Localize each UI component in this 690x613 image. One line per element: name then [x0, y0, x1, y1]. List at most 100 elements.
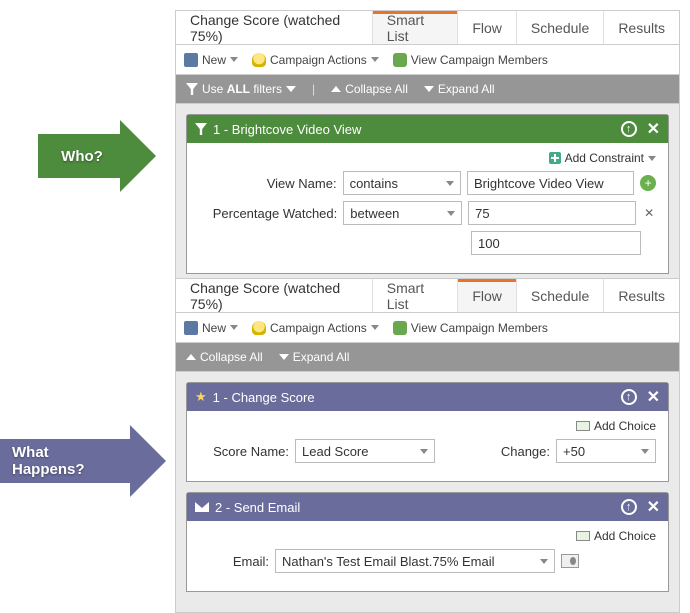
- flow-step-card: 2 - Send Email ↑ ✕ Add Choice Email: Nat…: [186, 492, 669, 592]
- filter-logic-menu[interactable]: Use ALL filters: [186, 82, 296, 96]
- score-name-select[interactable]: Lead Score: [295, 439, 435, 463]
- mail-icon: [195, 502, 209, 512]
- remove-constraint-button[interactable]: ✕: [642, 206, 656, 220]
- campaign-title: Change Score (watched 75%): [176, 11, 372, 44]
- filter-bar: Collapse All Expand All: [176, 343, 679, 371]
- people-icon: [393, 321, 407, 335]
- bulb-icon: [252, 321, 266, 335]
- arrow-head-icon: [130, 425, 166, 497]
- flow-step-body: Add Choice Email: Nathan's Test Email Bl…: [187, 521, 668, 591]
- email-row: Email: Nathan's Test Email Blast.75% Ema…: [199, 549, 656, 573]
- campaign-title: Change Score (watched 75%): [176, 279, 372, 312]
- operator-select[interactable]: contains: [343, 171, 461, 195]
- flow-workarea: ★ 1 - Change Score ↑ ✕ Add Choice Score N…: [176, 371, 679, 612]
- bulb-icon: [252, 53, 266, 67]
- triangle-down-icon: [279, 354, 289, 360]
- choice-icon: [576, 421, 590, 431]
- score-row: Score Name: Lead Score Change: +50: [199, 439, 656, 463]
- chevron-down-icon: [230, 57, 238, 62]
- collapse-all-button[interactable]: Collapse All: [186, 350, 263, 364]
- filter-title: 1 - Brightcove Video View: [213, 122, 361, 137]
- value-input[interactable]: Brightcove Video View: [467, 171, 634, 195]
- tab-schedule[interactable]: Schedule: [516, 279, 603, 312]
- annotation-label: Who?: [38, 134, 120, 178]
- tab-flow[interactable]: Flow: [457, 279, 516, 312]
- filter-card-body: Add Constraint View Name: contains Brigh…: [187, 143, 668, 273]
- flow-step-card: ★ 1 - Change Score ↑ ✕ Add Choice Score N…: [186, 382, 669, 482]
- step-title: 2 - Send Email: [215, 500, 300, 515]
- view-members-button[interactable]: View Campaign Members: [393, 321, 548, 335]
- chevron-down-icon: [648, 156, 656, 161]
- value-from-input[interactable]: 75: [468, 201, 636, 225]
- triangle-down-icon: [424, 86, 434, 92]
- choice-icon: [576, 531, 590, 541]
- chevron-down-icon: [371, 325, 379, 330]
- close-button[interactable]: ✕: [647, 119, 660, 139]
- disk-icon: [184, 53, 198, 67]
- field-label: Score Name:: [199, 444, 289, 459]
- tab-flow[interactable]: Flow: [457, 11, 516, 44]
- close-button[interactable]: ✕: [647, 387, 660, 407]
- collapse-all-button[interactable]: Collapse All: [331, 82, 408, 96]
- tab-smart-list[interactable]: Smart List: [372, 11, 458, 44]
- disk-icon: [184, 321, 198, 335]
- flow-step-header: 2 - Send Email ↑ ✕: [187, 493, 668, 521]
- add-value-button[interactable]: +: [640, 175, 656, 191]
- expand-all-button[interactable]: Expand All: [424, 82, 495, 96]
- email-select[interactable]: Nathan's Test Email Blast.75% Email: [275, 549, 555, 573]
- close-button[interactable]: ✕: [647, 497, 660, 517]
- chevron-down-icon: [286, 86, 296, 92]
- triangle-up-icon: [331, 86, 341, 92]
- funnel-icon: [186, 83, 198, 95]
- annotation-who-arrow: Who?: [38, 120, 156, 192]
- field-label: Email:: [199, 554, 269, 569]
- people-icon: [393, 53, 407, 67]
- field-label: View Name:: [199, 176, 337, 191]
- tab-row: Change Score (watched 75%) Smart List Fl…: [176, 279, 679, 313]
- flow-panel: Change Score (watched 75%) Smart List Fl…: [175, 278, 680, 613]
- filter-card-header: 1 - Brightcove Video View ↑ ✕: [187, 115, 668, 143]
- tab-results[interactable]: Results: [603, 279, 679, 312]
- funnel-icon: [195, 123, 207, 135]
- annotation-what-arrow: What Happens?: [0, 425, 166, 497]
- move-up-button[interactable]: ↑: [621, 389, 637, 405]
- toolbar: New Campaign Actions View Campaign Membe…: [176, 313, 679, 343]
- flow-step-header: ★ 1 - Change Score ↑ ✕: [187, 383, 668, 411]
- add-choice-button[interactable]: Add Choice: [576, 529, 656, 543]
- field-label: Percentage Watched:: [199, 206, 337, 221]
- change-value-select[interactable]: +50: [556, 439, 656, 463]
- tab-schedule[interactable]: Schedule: [516, 11, 603, 44]
- triangle-up-icon: [186, 354, 196, 360]
- move-up-button[interactable]: ↑: [621, 499, 637, 515]
- view-members-button[interactable]: View Campaign Members: [393, 53, 548, 67]
- campaign-actions-menu[interactable]: Campaign Actions: [252, 321, 379, 335]
- smart-list-panel: Change Score (watched 75%) Smart List Fl…: [175, 10, 680, 295]
- smart-list-workarea: 1 - Brightcove Video View ↑ ✕ Add Constr…: [176, 103, 679, 294]
- new-menu[interactable]: New: [184, 53, 238, 67]
- move-up-button[interactable]: ↑: [621, 121, 637, 137]
- constraint-row-percentage-to: 100: [199, 231, 656, 255]
- plus-icon: [549, 152, 561, 164]
- arrow-head-icon: [120, 120, 156, 192]
- field-label: Change:: [480, 444, 550, 459]
- tab-results[interactable]: Results: [603, 11, 679, 44]
- annotation-label: What Happens?: [0, 439, 130, 483]
- expand-all-button[interactable]: Expand All: [279, 350, 350, 364]
- filter-bar: Use ALL filters | Collapse All Expand Al…: [176, 75, 679, 103]
- step-title: 1 - Change Score: [213, 390, 315, 405]
- new-menu[interactable]: New: [184, 321, 238, 335]
- campaign-actions-menu[interactable]: Campaign Actions: [252, 53, 379, 67]
- tab-smart-list[interactable]: Smart List: [372, 279, 458, 312]
- add-choice-button[interactable]: Add Choice: [576, 419, 656, 433]
- constraint-row-view-name: View Name: contains Brightcove Video Vie…: [199, 171, 656, 195]
- chevron-down-icon: [230, 325, 238, 330]
- operator-select[interactable]: between: [343, 201, 462, 225]
- value-to-input[interactable]: 100: [471, 231, 641, 255]
- add-constraint-button[interactable]: Add Constraint: [549, 151, 656, 165]
- separator: |: [312, 82, 315, 96]
- constraint-row-percentage: Percentage Watched: between 75 ✕: [199, 201, 656, 225]
- flow-step-body: Add Choice Score Name: Lead Score Change…: [187, 411, 668, 481]
- chevron-down-icon: [371, 57, 379, 62]
- preview-button[interactable]: [561, 554, 579, 568]
- star-icon: ★: [195, 389, 207, 405]
